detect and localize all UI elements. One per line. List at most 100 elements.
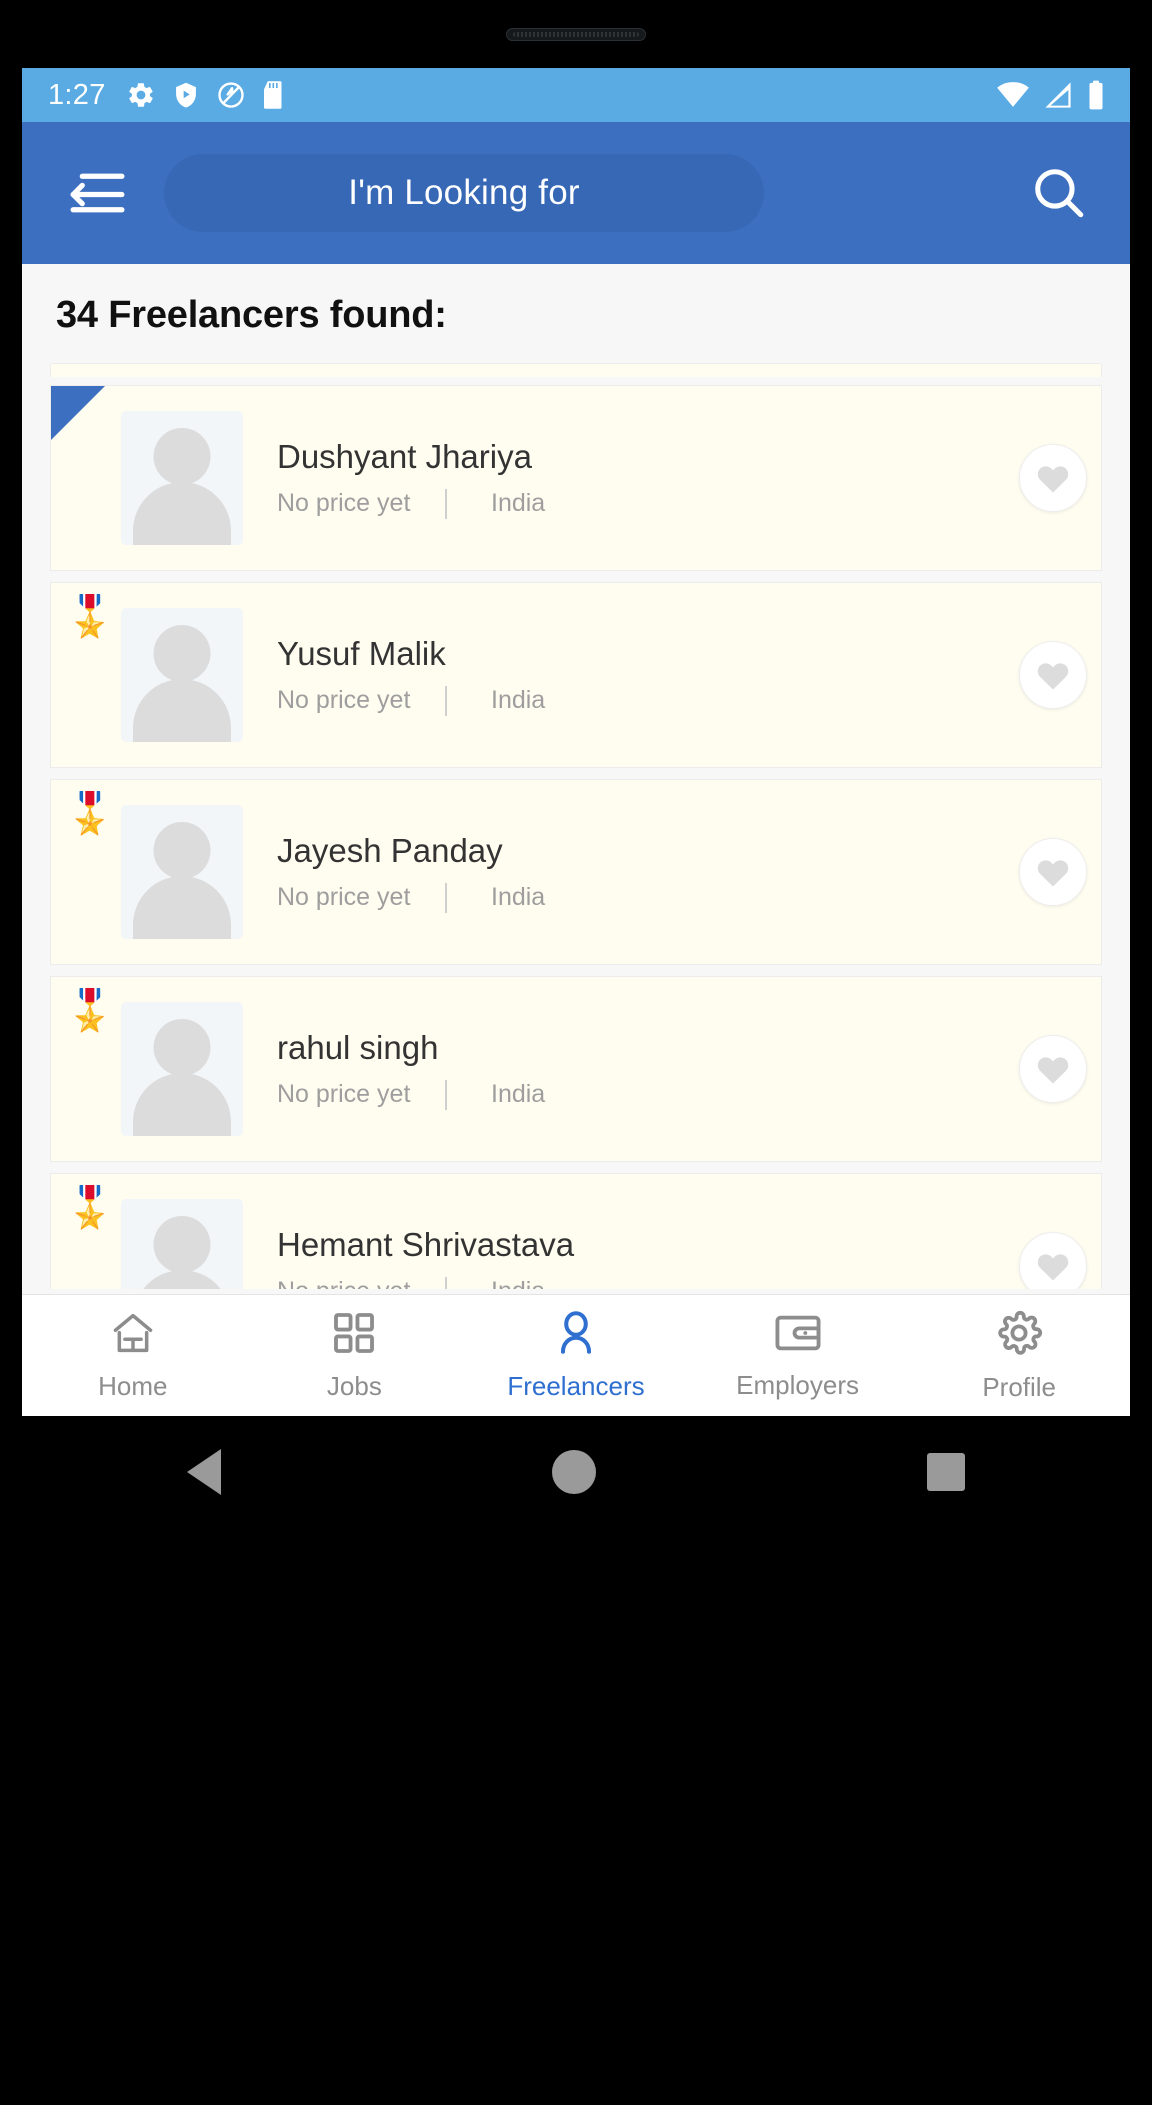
freelancer-location: India xyxy=(491,489,546,517)
person-icon xyxy=(553,1310,599,1361)
recents-square-icon[interactable] xyxy=(926,1453,965,1491)
meta-separator xyxy=(445,882,447,913)
favorite-heart-button[interactable] xyxy=(1019,838,1087,906)
avatar xyxy=(121,1002,243,1136)
avatar-body xyxy=(133,1073,231,1136)
freelancer-card[interactable]: 🎖️ Yusuf Malik No price yet India xyxy=(50,582,1102,768)
freelancer-name: rahul singh xyxy=(277,1028,439,1066)
page-title: 34 Freelancers found: xyxy=(22,264,1130,363)
avatar-head xyxy=(153,1216,211,1273)
freelancer-name: Hemant Shrivastava xyxy=(277,1225,575,1263)
menu-back-icon[interactable] xyxy=(64,163,130,223)
meta-separator xyxy=(445,488,447,519)
status-time: 1:27 xyxy=(48,78,106,111)
card-meta: No price yet India xyxy=(277,488,1019,519)
avatar-body xyxy=(133,876,231,939)
bottom-navigation: Home Jobs Freelancers Employers Profile xyxy=(22,1294,1130,1416)
avatar xyxy=(121,608,243,742)
avatar-body xyxy=(133,1270,231,1289)
nav-item-home[interactable]: Home xyxy=(22,1310,244,1402)
avatar xyxy=(121,805,243,939)
freelancer-card[interactable]: Dushyant Jhariya No price yet India xyxy=(50,385,1102,571)
avatar-body xyxy=(133,679,231,742)
search-pill-button[interactable]: I'm Looking for xyxy=(164,154,764,232)
card-meta: No price yet India xyxy=(277,685,1019,716)
freelancer-location: India xyxy=(491,1080,546,1108)
avatar xyxy=(121,411,243,545)
freelancer-list[interactable]: Dushyant Jhariya No price yet India 🎖️ Y… xyxy=(22,363,1130,1289)
results-area: 34 Freelancers found: Dushyant Jhariya N… xyxy=(22,264,1130,1294)
search-icon[interactable] xyxy=(1022,156,1096,230)
card-info: Jayesh Panday No price yet India xyxy=(243,832,1019,913)
favorite-heart-button[interactable] xyxy=(1019,1035,1087,1103)
medal-badge-icon: 🎖️ xyxy=(65,989,115,1033)
cell-signal-icon xyxy=(1042,81,1074,109)
freelancer-card[interactable]: 🎖️ rahul singh No price yet India xyxy=(50,976,1102,1162)
app-bar: I'm Looking for xyxy=(22,122,1130,264)
avatar-head xyxy=(153,625,211,682)
meta-separator xyxy=(445,1079,447,1110)
sd-card-icon xyxy=(262,80,286,110)
avatar-head xyxy=(153,428,211,485)
nav-label-home: Home xyxy=(98,1370,168,1401)
nav-item-profile[interactable]: Profile xyxy=(908,1309,1130,1403)
wifi-icon xyxy=(996,81,1030,109)
medal-badge-icon: 🎖️ xyxy=(65,792,115,836)
medal-badge-icon: 🎖️ xyxy=(65,595,115,639)
freelancer-price: No price yet xyxy=(277,883,411,911)
nav-item-freelancers[interactable]: Freelancers xyxy=(465,1310,687,1402)
freelancer-card[interactable]: 🎖️ Hemant Shrivastava No price yet India xyxy=(50,1173,1102,1289)
card-info: rahul singh No price yet India xyxy=(243,1029,1019,1110)
nav-item-jobs[interactable]: Jobs xyxy=(244,1310,466,1402)
freelancer-name: Dushyant Jhariya xyxy=(277,437,532,475)
medal-badge-icon: 🎖️ xyxy=(65,1186,115,1230)
nav-label-profile: Profile xyxy=(982,1371,1057,1402)
gear-icon xyxy=(995,1309,1043,1362)
favorite-heart-button[interactable] xyxy=(1019,444,1087,512)
avatar-head xyxy=(153,1019,211,1076)
battery-icon xyxy=(1086,80,1106,110)
home-circle-icon[interactable] xyxy=(551,1450,596,1494)
nav-label-jobs: Jobs xyxy=(326,1370,382,1401)
freelancer-price: No price yet xyxy=(277,686,411,714)
freelancer-name: Jayesh Panday xyxy=(277,831,503,869)
android-system-nav xyxy=(22,1416,1130,1528)
card-info: Hemant Shrivastava No price yet India xyxy=(243,1225,1019,1289)
freelancer-location: India xyxy=(491,1277,545,1289)
avatar xyxy=(121,1199,243,1289)
device-bezel-top xyxy=(0,0,1152,68)
partial-card-above xyxy=(50,363,1102,377)
nav-label-employers: Employers xyxy=(736,1369,859,1400)
settings-gear-icon xyxy=(126,80,156,110)
favorite-heart-button[interactable] xyxy=(1019,641,1087,709)
freelancer-name: Yusuf Malik xyxy=(277,634,446,672)
grid-squares-icon xyxy=(331,1310,377,1361)
status-bar: 1:27 xyxy=(22,68,1130,122)
avatar-body xyxy=(133,482,231,545)
home-icon xyxy=(109,1310,157,1361)
device-frame: 1:27 I'm Looking for 34 Freelancers foun… xyxy=(0,0,1152,2105)
card-meta: No price yet India xyxy=(277,882,1019,913)
avatar-head xyxy=(153,822,211,879)
circle-slash-icon xyxy=(216,80,246,110)
camera-speaker-notch xyxy=(506,28,646,41)
card-meta: No price yet India xyxy=(277,1079,1019,1110)
freelancer-card[interactable]: 🎖️ Jayesh Panday No price yet India xyxy=(50,779,1102,965)
meta-separator xyxy=(445,685,447,716)
phone-screen: 1:27 I'm Looking for 34 Freelancers foun… xyxy=(22,68,1130,1416)
card-info: Dushyant Jhariya No price yet India xyxy=(243,438,1019,519)
nav-label-freelancers: Freelancers xyxy=(507,1370,645,1401)
shield-play-icon xyxy=(172,80,200,110)
nav-item-employers[interactable]: Employers xyxy=(687,1311,909,1401)
freelancer-location: India xyxy=(491,883,546,911)
featured-corner-badge xyxy=(51,386,105,440)
meta-separator xyxy=(445,1276,447,1289)
back-triangle-icon[interactable] xyxy=(187,1449,222,1495)
search-pill-label: I'm Looking for xyxy=(348,173,580,212)
freelancer-location: India xyxy=(491,686,546,714)
freelancer-price: No price yet xyxy=(277,1277,437,1289)
favorite-heart-button[interactable] xyxy=(1019,1232,1087,1289)
card-meta: No price yet India xyxy=(277,1276,1019,1289)
card-info: Yusuf Malik No price yet India xyxy=(243,635,1019,716)
wallet-icon xyxy=(773,1311,823,1360)
